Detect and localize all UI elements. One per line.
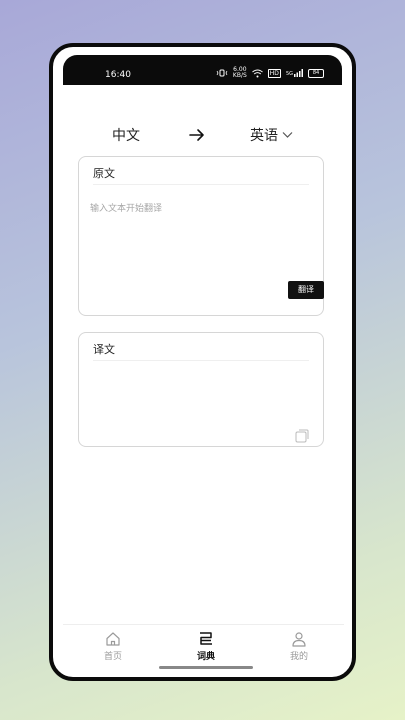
tab-dictionary-label: 词典: [196, 652, 215, 662]
hd-badge: HD: [267, 68, 281, 78]
tab-home[interactable]: 首页: [83, 631, 143, 662]
phone-frame: 16:40 6.00 KB/S HD 5G 84 中文 英语 原文 输入文本开始…: [49, 43, 356, 681]
status-time: 16:40: [105, 70, 131, 80]
result-card-title: 译文: [93, 343, 115, 356]
wifi-icon: [251, 69, 263, 77]
copy-icon[interactable]: [295, 429, 309, 443]
tab-home-label: 首页: [103, 652, 122, 662]
source-card-divider: [93, 184, 309, 185]
chevron-down-icon: [282, 132, 293, 138]
target-language: 英语: [250, 128, 278, 144]
tab-profile-label: 我的: [289, 652, 308, 662]
translation-result-card: 译文: [78, 332, 324, 447]
status-icons: 6.00 KB/S HD 5G 84: [216, 67, 324, 79]
tab-dictionary[interactable]: 词典: [176, 631, 236, 662]
source-language[interactable]: 中文: [112, 125, 140, 145]
source-text-card: 原文 输入文本开始翻译 翻译: [78, 156, 324, 316]
net-speed-unit: KB/S: [232, 72, 247, 79]
translate-button[interactable]: 翻译: [288, 281, 324, 299]
home-icon: [106, 632, 120, 646]
battery-icon: 84: [308, 68, 324, 78]
source-card-title: 原文: [93, 167, 115, 180]
source-text-input[interactable]: 输入文本开始翻译: [90, 201, 162, 214]
result-card-divider: [93, 360, 309, 361]
language-selector: 中文 英语: [53, 123, 352, 147]
arrow-right-icon[interactable]: [187, 125, 207, 145]
signal-label: 5G: [285, 71, 293, 77]
net-speed: 6.00 KB/S: [233, 67, 247, 79]
home-indicator[interactable]: [159, 666, 253, 669]
status-bar: 16:40 6.00 KB/S HD 5G 84: [63, 55, 342, 85]
dictionary-icon: [200, 632, 212, 645]
profile-icon: [292, 632, 306, 647]
signal-icon: [294, 69, 303, 77]
vibrate-icon: [216, 69, 228, 77]
target-language-dropdown[interactable]: 英语: [250, 125, 293, 145]
tab-profile[interactable]: 我的: [269, 631, 329, 662]
signal-indicator: 5G: [286, 69, 303, 77]
